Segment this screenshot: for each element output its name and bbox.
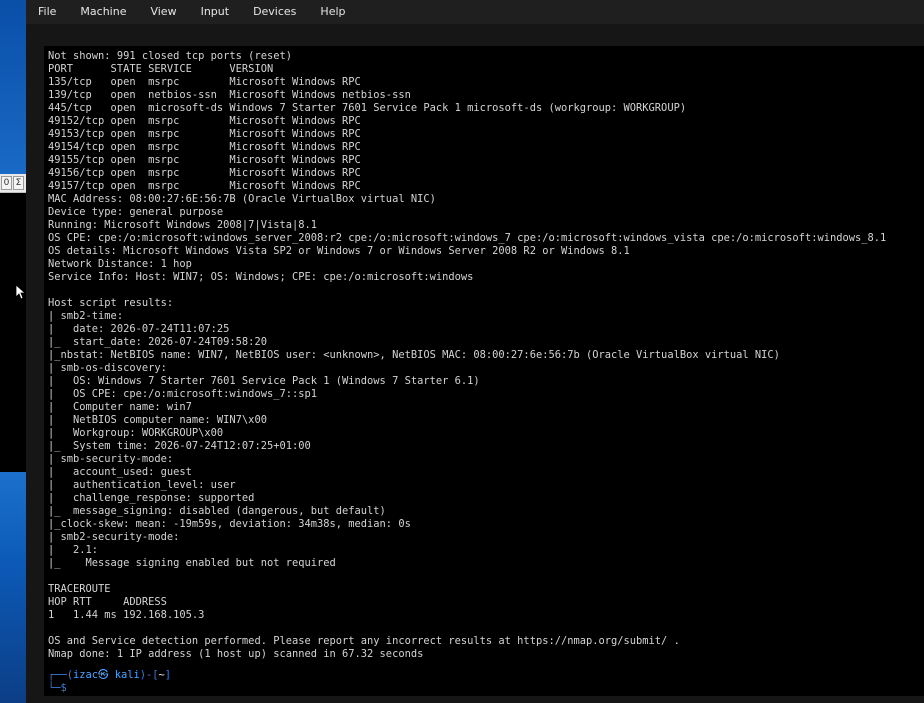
vm-display-margin-bottom — [26, 696, 924, 703]
terminal-line: Host script results: — [48, 297, 174, 309]
shell-prompt[interactable]: ┌──(izac㉿ kali)-[~] └─$ — [48, 669, 171, 695]
terminal-line: Nmap done: 1 IP address (1 host up) scan… — [48, 648, 424, 660]
mouse-pointer-icon — [15, 284, 25, 300]
terminal-line: | OS CPE: cpe:/o:microsoft:windows_7::sp… — [48, 388, 317, 400]
menu-devices[interactable]: Devices — [241, 0, 308, 24]
terminal-line: 1 1.44 ms 192.168.105.3 — [48, 609, 205, 621]
terminal-line: 135/tcp open msrpc Microsoft Windows RPC — [48, 76, 361, 88]
prompt-line1-mid: )-[ — [139, 669, 159, 681]
prompt-line1-prefix: ┌──( — [48, 669, 74, 681]
terminal-line: Device type: general purpose — [48, 206, 224, 218]
terminal-line: |_ Message signing enabled but not requi… — [48, 557, 336, 569]
terminal-line: 49153/tcp open msrpc Microsoft Windows R… — [48, 128, 361, 140]
terminal-line: | OS: Windows 7 Starter 7601 Service Pac… — [48, 375, 480, 387]
terminal-line: | 2.1: — [48, 544, 99, 556]
terminal-line: Not shown: 991 closed tcp ports (reset) — [48, 50, 292, 62]
terminal-line: | challenge_response: supported — [48, 492, 255, 504]
vm-display-margin-top — [26, 24, 924, 46]
terminal-line: OS CPE: cpe:/o:microsoft:windows_server_… — [48, 232, 887, 244]
terminal-line: |_ System time: 2026-07-24T12:07:25+01:0… — [48, 440, 311, 452]
menu-view[interactable]: View — [138, 0, 188, 24]
terminal-line: PORT STATE SERVICE VERSION — [48, 63, 274, 75]
terminal-line: |_clock-skew: mean: -19m59s, deviation: … — [48, 518, 411, 530]
terminal-line: | smb2-time: — [48, 310, 124, 322]
host-toolbar-button-2[interactable]: Σ — [13, 176, 24, 190]
vm-menu-bar: File Machine View Input Devices Help — [26, 0, 924, 24]
terminal-line: 49157/tcp open msrpc Microsoft Windows R… — [48, 180, 361, 192]
terminal-line: | date: 2026-07-24T11:07:25 — [48, 323, 230, 335]
terminal-line: | NetBIOS computer name: WIN7\x00 — [48, 414, 267, 426]
terminal-line: 49154/tcp open msrpc Microsoft Windows R… — [48, 141, 361, 153]
menu-file[interactable]: File — [26, 0, 68, 24]
terminal-window[interactable]: Not shown: 991 closed tcp ports (reset) … — [44, 46, 924, 696]
terminal-output: Not shown: 991 closed tcp ports (reset) … — [48, 50, 886, 661]
terminal-line: | smb-security-mode: — [48, 453, 174, 465]
prompt-dollar: $ — [60, 682, 67, 694]
terminal-line: 49152/tcp open msrpc Microsoft Windows R… — [48, 115, 361, 127]
host-background-window[interactable] — [0, 174, 27, 472]
terminal-line: | account_used: guest — [48, 466, 192, 478]
terminal-line: Network Distance: 1 hop — [48, 258, 192, 270]
terminal-line: | Workgroup: WORKGROUP\x00 — [48, 427, 224, 439]
host-window-toolbar: 0 Σ — [0, 174, 26, 193]
terminal-line: MAC Address: 08:00:27:6E:56:7B (Oracle V… — [48, 193, 436, 205]
terminal-line: 445/tcp open microsoft-ds Windows 7 Star… — [48, 102, 687, 114]
menu-help[interactable]: Help — [308, 0, 357, 24]
terminal-line: TRACEROUTE — [48, 583, 111, 595]
terminal-line: 49155/tcp open msrpc Microsoft Windows R… — [48, 154, 361, 166]
screen: 0 Σ File Machine View Input Devices Help… — [0, 0, 924, 703]
terminal-line: HOP RTT ADDRESS — [48, 596, 167, 608]
terminal-line: OS details: Microsoft Windows Vista SP2 … — [48, 245, 630, 257]
menu-input[interactable]: Input — [189, 0, 241, 24]
terminal-line: |_nbstat: NetBIOS name: WIN7, NetBIOS us… — [48, 349, 780, 361]
menu-machine[interactable]: Machine — [68, 0, 138, 24]
terminal-line: 139/tcp open netbios-ssn Microsoft Windo… — [48, 89, 411, 101]
prompt-line2-prefix: └─ — [48, 682, 61, 694]
terminal-line: |_ start_date: 2026-07-24T09:58:20 — [48, 336, 267, 348]
terminal-line: |_ message_signing: disabled (dangerous,… — [48, 505, 386, 517]
terminal-line: | authentication_level: user — [48, 479, 236, 491]
host-toolbar-button-1[interactable]: 0 — [1, 176, 12, 190]
terminal-line: Service Info: Host: WIN7; OS: Windows; C… — [48, 271, 474, 283]
terminal-line: | Computer name: win7 — [48, 401, 192, 413]
terminal-line: | smb2-security-mode: — [48, 531, 180, 543]
prompt-user-host: izac㉿ kali — [73, 669, 140, 681]
terminal-line: Running: Microsoft Windows 2008|7|Vista|… — [48, 219, 317, 231]
vm-display-margin-left — [26, 46, 44, 703]
terminal-line: 49156/tcp open msrpc Microsoft Windows R… — [48, 167, 361, 179]
terminal-line: | smb-os-discovery: — [48, 362, 167, 374]
terminal-line: OS and Service detection performed. Plea… — [48, 635, 680, 647]
prompt-line1-suffix: ] — [164, 669, 172, 681]
